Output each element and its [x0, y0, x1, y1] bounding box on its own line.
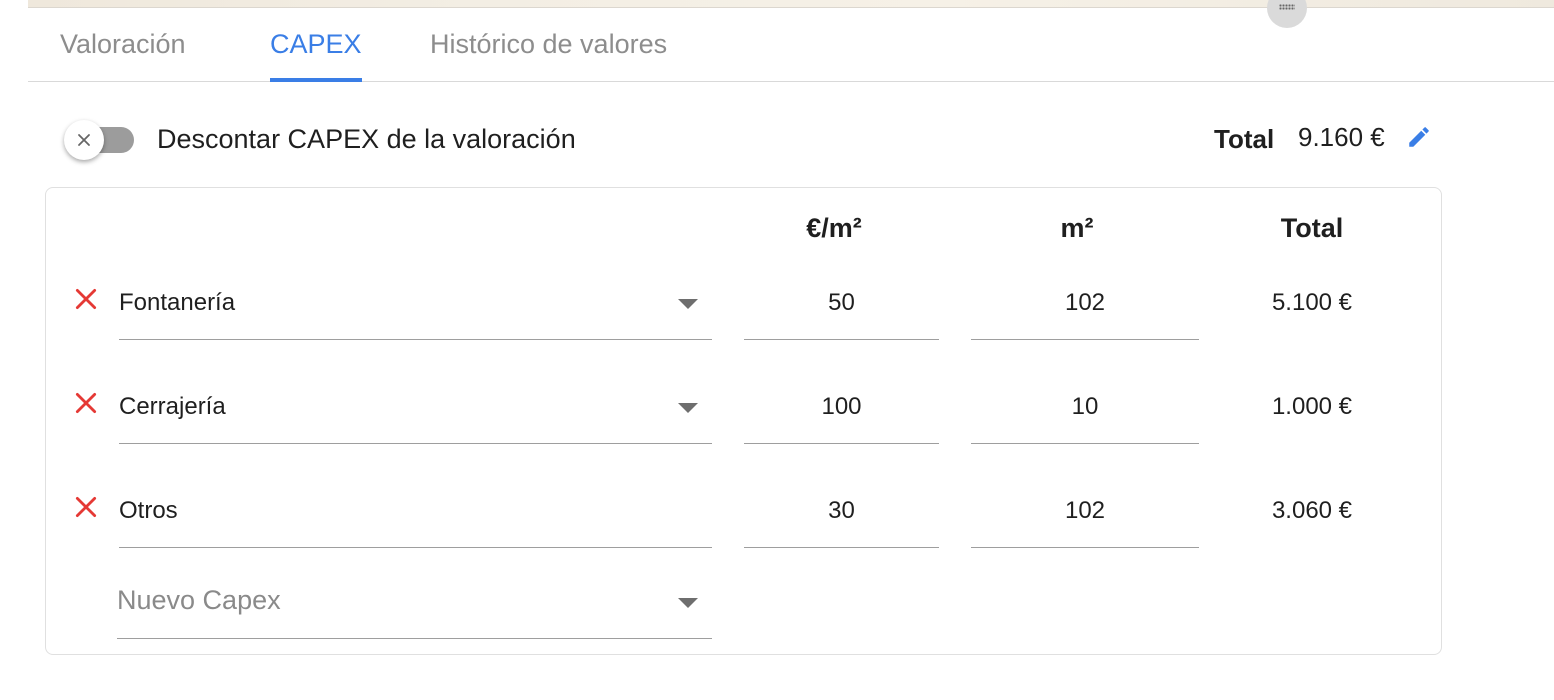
column-header-total: Total [1280, 213, 1344, 243]
tab-capex[interactable]: CAPEX [270, 8, 362, 82]
price-value: 100 [821, 393, 862, 420]
delete-row-icon[interactable] [73, 494, 99, 520]
chevron-down-icon [678, 299, 698, 309]
price-per-m2-input[interactable]: 100 [744, 383, 939, 444]
column-header-area: m² [1060, 213, 1094, 243]
capex-type-select[interactable]: Fontanería [119, 279, 712, 340]
map-preview-strip [28, 0, 1554, 8]
chevron-down-icon [678, 403, 698, 413]
column-header-price: €/m² [806, 213, 862, 243]
area-value: 102 [1064, 497, 1106, 524]
total-label: Total [1214, 124, 1275, 154]
new-capex-select[interactable]: Nuevo Capex [117, 578, 712, 639]
area-value: 102 [1064, 289, 1106, 316]
close-icon [78, 134, 90, 146]
area-m2-input[interactable]: 102 [971, 487, 1199, 548]
capex-type-select[interactable]: Cerrajería [119, 383, 712, 444]
tab-bar: Valoración CAPEX Histórico de valores [28, 8, 1554, 82]
capex-type-value: Fontanería [119, 289, 236, 316]
capex-type-value: Otros [119, 497, 178, 524]
pencil-icon[interactable] [1406, 124, 1432, 150]
area-value: 10 [1071, 393, 1099, 420]
price-per-m2-input[interactable]: 30 [744, 487, 939, 548]
toggle-thumb [64, 120, 104, 160]
row-total: 5.100 € [1271, 289, 1353, 316]
price-value: 30 [828, 497, 855, 524]
delete-row-icon[interactable] [73, 390, 99, 416]
total-value: 9.160 € [1298, 122, 1385, 152]
capex-name-field[interactable]: Otros [119, 487, 712, 548]
price-per-m2-input[interactable]: 50 [744, 279, 939, 340]
tab-historico[interactable]: Histórico de valores [430, 8, 667, 81]
area-m2-input[interactable]: 102 [971, 279, 1199, 340]
row-total: 3.060 € [1271, 497, 1353, 524]
price-value: 50 [828, 289, 855, 316]
delete-row-icon[interactable] [73, 286, 99, 312]
chevron-down-icon [678, 598, 698, 608]
new-capex-placeholder: Nuevo Capex [117, 585, 281, 615]
toggle-label: Descontar CAPEX de la valoración [157, 124, 576, 154]
area-m2-input[interactable]: 10 [971, 383, 1199, 444]
row-total: 1.000 € [1271, 393, 1353, 420]
discount-capex-toggle[interactable] [64, 120, 134, 160]
tab-valoracion[interactable]: Valoración [60, 8, 186, 81]
capex-type-value: Cerrajería [119, 393, 226, 420]
